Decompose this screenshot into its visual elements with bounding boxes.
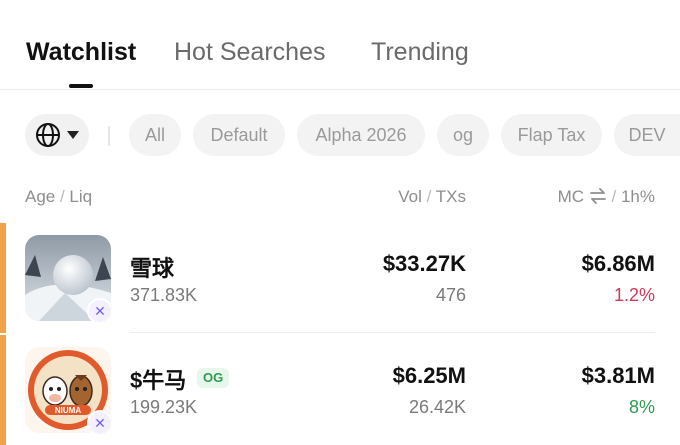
age-liq-header[interactable]: Age / Liq: [25, 187, 92, 207]
mc-header-label: MC: [557, 187, 585, 206]
token-liquidity: 199.23K: [130, 397, 198, 417]
filter-chip-dev[interactable]: DEV: [614, 114, 680, 156]
token-market-cap: $6.86M: [581, 251, 655, 276]
globe-icon: [35, 122, 61, 148]
token-txs: 26.42K: [408, 397, 466, 417]
column-header: Age / Liq Vol / TXs MC / 1h%: [0, 185, 680, 211]
chain-selector-button[interactable]: [25, 114, 89, 156]
tab-bar: Watchlist Hot Searches Trending: [0, 0, 680, 88]
tabs-divider: [0, 89, 680, 90]
row-accent-bar: [0, 223, 6, 333]
age-header-label: Age: [25, 187, 56, 206]
token-name: $牛马: [130, 368, 187, 393]
swap-arrows-icon[interactable]: [589, 188, 607, 209]
token-liquidity: 371.83K: [130, 285, 198, 305]
filter-chip-default[interactable]: Default: [193, 114, 285, 156]
token-change: 8%: [628, 397, 655, 417]
token-txs: 476: [435, 285, 466, 305]
filter-chip-alpha-2026[interactable]: Alpha 2026: [297, 114, 425, 156]
token-volume: $33.27K: [382, 251, 466, 276]
token-avatar: NIUMA ✕: [25, 347, 113, 436]
liq-header-label: Liq: [69, 187, 93, 206]
row-divider: [130, 332, 655, 333]
filter-divider: [108, 126, 110, 146]
change-header-label: 1h%: [620, 187, 655, 206]
tab-hot-searches[interactable]: Hot Searches: [174, 36, 325, 68]
vol-txs-header[interactable]: Vol / TXs: [398, 187, 466, 207]
filter-chip-flap-tax[interactable]: Flap Tax: [501, 114, 602, 156]
token-volume: $6.25M: [392, 363, 466, 388]
tab-trending[interactable]: Trending: [371, 36, 469, 68]
tab-watchlist[interactable]: Watchlist: [26, 36, 136, 68]
filter-chip-all[interactable]: All: [129, 114, 181, 156]
og-badge: OG: [197, 368, 230, 388]
table-row[interactable]: NIUMA ✕ $牛马 OG 199.23K $6.25M 26.42K $3.…: [0, 335, 680, 445]
active-tab-indicator: [69, 84, 93, 88]
chevron-down-icon: [67, 131, 79, 139]
mc-change-header[interactable]: MC / 1h%: [558, 187, 655, 209]
vol-header-label: Vol: [398, 187, 422, 206]
filter-chip-og[interactable]: og: [437, 114, 489, 156]
txs-header-label: TXs: [435, 187, 466, 206]
row-accent-bar: [0, 335, 6, 445]
table-row[interactable]: ✕ 雪球 371.83K $33.27K 476 $6.86M 1.2%: [0, 223, 680, 333]
butterfly-icon: ✕: [87, 298, 113, 324]
token-market-cap: $3.81M: [581, 363, 655, 388]
butterfly-icon: ✕: [87, 410, 113, 436]
token-name: 雪球: [130, 256, 175, 281]
token-change: 1.2%: [613, 285, 655, 305]
svg-text:NIUMA: NIUMA: [55, 406, 81, 415]
filter-row: All Default Alpha 2026 og Flap Tax DEV: [0, 112, 680, 158]
token-avatar: ✕: [25, 235, 113, 324]
